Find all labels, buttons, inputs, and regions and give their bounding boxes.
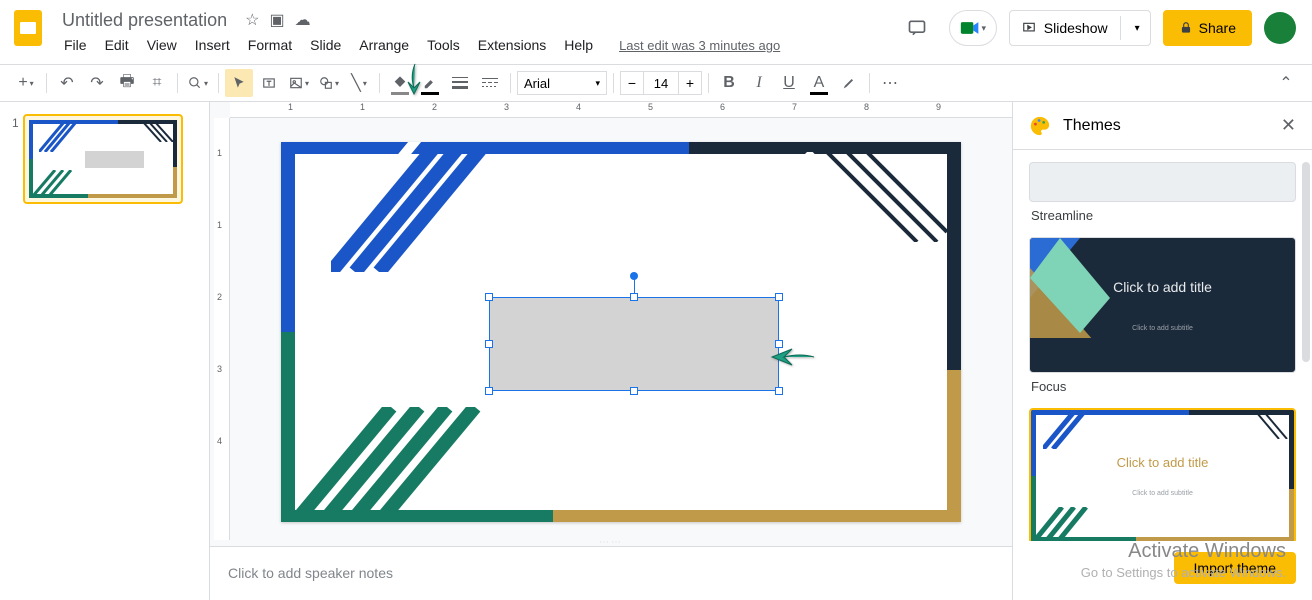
scrollbar[interactable]	[1302, 162, 1310, 362]
slideshow-label: Slideshow	[1044, 20, 1108, 36]
textbox-tool[interactable]	[255, 69, 283, 97]
resize-handle[interactable]	[485, 387, 493, 395]
menu-insert[interactable]: Insert	[187, 33, 238, 57]
selected-shape[interactable]	[489, 297, 779, 391]
toolbar: + ↶ ↷ 🖶 ⌗ ╲ Arial▾ − + B I U A ⋯ ⌃	[0, 64, 1312, 102]
italic-button[interactable]: I	[745, 69, 773, 97]
move-icon[interactable]: ▣	[269, 10, 284, 30]
font-size-decrease[interactable]: −	[620, 71, 644, 95]
theme-option-shift[interactable]: Click to add title Click to add subtitle	[1029, 408, 1296, 541]
line-tool[interactable]: ╲	[345, 69, 373, 97]
collapse-toolbar-button[interactable]: ⌃	[1272, 69, 1300, 97]
slide-thumbnail[interactable]	[23, 114, 183, 204]
theme-name: Streamline	[1029, 202, 1296, 229]
print-button[interactable]: 🖶	[113, 69, 141, 97]
import-theme-button[interactable]: Import theme	[1174, 552, 1296, 584]
border-weight-button[interactable]	[446, 69, 474, 97]
paint-format-button[interactable]: ⌗	[143, 69, 171, 97]
star-icon[interactable]: ☆	[245, 10, 259, 30]
theme-option-focus-prev[interactable]: Click to add title Click to add subtitle	[1029, 237, 1296, 373]
resize-handle[interactable]	[775, 340, 783, 348]
theme-option-streamline-top[interactable]	[1029, 162, 1296, 202]
bold-button[interactable]: B	[715, 69, 743, 97]
select-tool[interactable]	[225, 69, 253, 97]
share-label: Share	[1199, 20, 1236, 36]
menu-format[interactable]: Format	[240, 33, 300, 57]
themes-panel: Themes ✕ Streamline Click to add title C…	[1012, 102, 1312, 600]
new-slide-button[interactable]: +	[12, 69, 40, 97]
rotate-handle[interactable]	[630, 272, 638, 280]
meet-button[interactable]: ▾	[949, 10, 997, 46]
menu-extensions[interactable]: Extensions	[470, 33, 554, 57]
resize-handle[interactable]	[775, 387, 783, 395]
resize-handle[interactable]	[485, 293, 493, 301]
redo-button[interactable]: ↷	[83, 69, 111, 97]
underline-button[interactable]: U	[775, 69, 803, 97]
slideshow-dropdown[interactable]: ▾	[1129, 23, 1146, 34]
image-tool[interactable]	[285, 69, 313, 97]
comments-icon[interactable]	[897, 8, 937, 48]
close-icon[interactable]: ✕	[1281, 115, 1296, 136]
highlight-button[interactable]	[835, 69, 863, 97]
shape-tool[interactable]	[315, 69, 343, 97]
account-avatar[interactable]	[1264, 12, 1296, 44]
theme-name: Focus	[1029, 373, 1296, 400]
font-family-select[interactable]: Arial▾	[517, 71, 607, 95]
notes-drag-handle[interactable]: ⋯⋯	[210, 538, 1012, 546]
themes-title: Themes	[1063, 117, 1269, 135]
resize-handle[interactable]	[775, 293, 783, 301]
slideshow-button[interactable]: Slideshow ▾	[1009, 10, 1151, 46]
menu-view[interactable]: View	[139, 33, 185, 57]
more-button[interactable]: ⋯	[876, 69, 904, 97]
menu-bar: File Edit View Insert Format Slide Arran…	[56, 32, 897, 58]
menu-edit[interactable]: Edit	[97, 33, 137, 57]
slide-canvas[interactable]	[281, 142, 961, 522]
cloud-icon[interactable]: ☁	[295, 10, 311, 30]
slides-logo[interactable]	[8, 8, 48, 48]
horizontal-ruler[interactable]: 1 1 2 3 4 5 6 7 8 9	[230, 102, 1012, 118]
resize-handle[interactable]	[630, 293, 638, 301]
undo-button[interactable]: ↶	[53, 69, 81, 97]
speaker-notes[interactable]: Click to add speaker notes	[210, 546, 1012, 600]
filmstrip: 1	[0, 102, 210, 600]
share-button[interactable]: Share	[1163, 10, 1252, 46]
border-color-button[interactable]	[416, 69, 444, 97]
resize-handle[interactable]	[485, 340, 493, 348]
menu-slide[interactable]: Slide	[302, 33, 349, 57]
border-dash-button[interactable]	[476, 69, 504, 97]
palette-icon	[1029, 115, 1051, 137]
resize-handle[interactable]	[630, 387, 638, 395]
zoom-button[interactable]	[184, 69, 212, 97]
text-color-button[interactable]: A	[805, 69, 833, 97]
fill-color-button[interactable]	[386, 69, 414, 97]
menu-tools[interactable]: Tools	[419, 33, 468, 57]
font-size-increase[interactable]: +	[678, 71, 702, 95]
menu-arrange[interactable]: Arrange	[351, 33, 417, 57]
menu-help[interactable]: Help	[556, 33, 601, 57]
font-size-input[interactable]	[644, 71, 678, 95]
slide-number: 1	[12, 114, 19, 204]
menu-file[interactable]: File	[56, 33, 95, 57]
doc-title[interactable]: Untitled presentation	[56, 8, 233, 33]
last-edit-link[interactable]: Last edit was 3 minutes ago	[619, 38, 780, 53]
canvas-area: 1 1 2 3 4 5 6 7 8 9 1 1 2 3 4	[210, 102, 1012, 600]
